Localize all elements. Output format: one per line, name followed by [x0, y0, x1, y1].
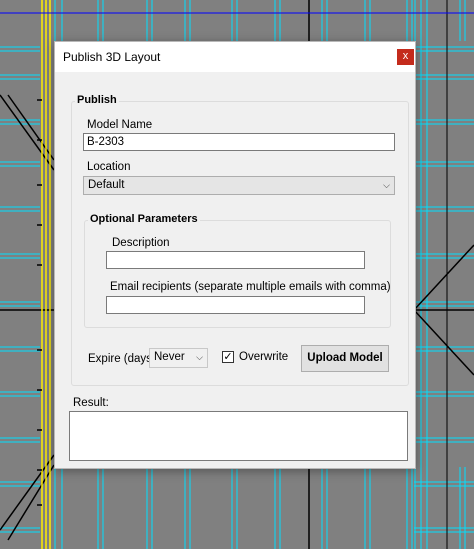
- model-name-field[interactable]: B-2303: [83, 133, 395, 151]
- close-button[interactable]: x: [397, 49, 414, 65]
- overwrite-label[interactable]: Overwrite: [239, 351, 288, 363]
- chevron-down-icon: ⌵: [196, 352, 203, 362]
- chevron-down-icon: ⌵: [383, 180, 390, 190]
- optional-parameters-legend: Optional Parameters: [88, 213, 200, 225]
- email-recipients-label: Email recipients (separate multiple emai…: [110, 281, 391, 293]
- result-textarea[interactable]: [69, 411, 408, 461]
- check-icon: ✓: [223, 351, 233, 363]
- overwrite-checkbox[interactable]: ✓: [222, 351, 234, 363]
- location-value: Default: [88, 179, 125, 191]
- expire-days-label: Expire (days): [88, 353, 156, 365]
- dialog-body: Publish Model Name B-2303 Location Defau…: [55, 72, 415, 468]
- email-recipients-field[interactable]: [106, 296, 365, 314]
- publish-legend: Publish: [75, 94, 119, 106]
- dialog-title: Publish 3D Layout: [63, 50, 161, 64]
- result-label: Result:: [73, 397, 109, 409]
- location-select[interactable]: Default ⌵: [83, 176, 395, 195]
- description-label: Description: [112, 237, 170, 249]
- upload-model-button[interactable]: Upload Model: [301, 345, 389, 372]
- expire-days-value: Never: [154, 351, 185, 363]
- publish-3d-layout-dialog: Publish 3D Layout x Publish Model Name B…: [54, 41, 416, 469]
- dialog-titlebar[interactable]: Publish 3D Layout x: [55, 42, 415, 72]
- expire-days-select[interactable]: Never ⌵: [149, 348, 208, 368]
- close-icon: x: [402, 50, 409, 62]
- location-label: Location: [87, 161, 131, 173]
- model-name-label: Model Name: [87, 119, 153, 131]
- description-field[interactable]: [106, 251, 365, 269]
